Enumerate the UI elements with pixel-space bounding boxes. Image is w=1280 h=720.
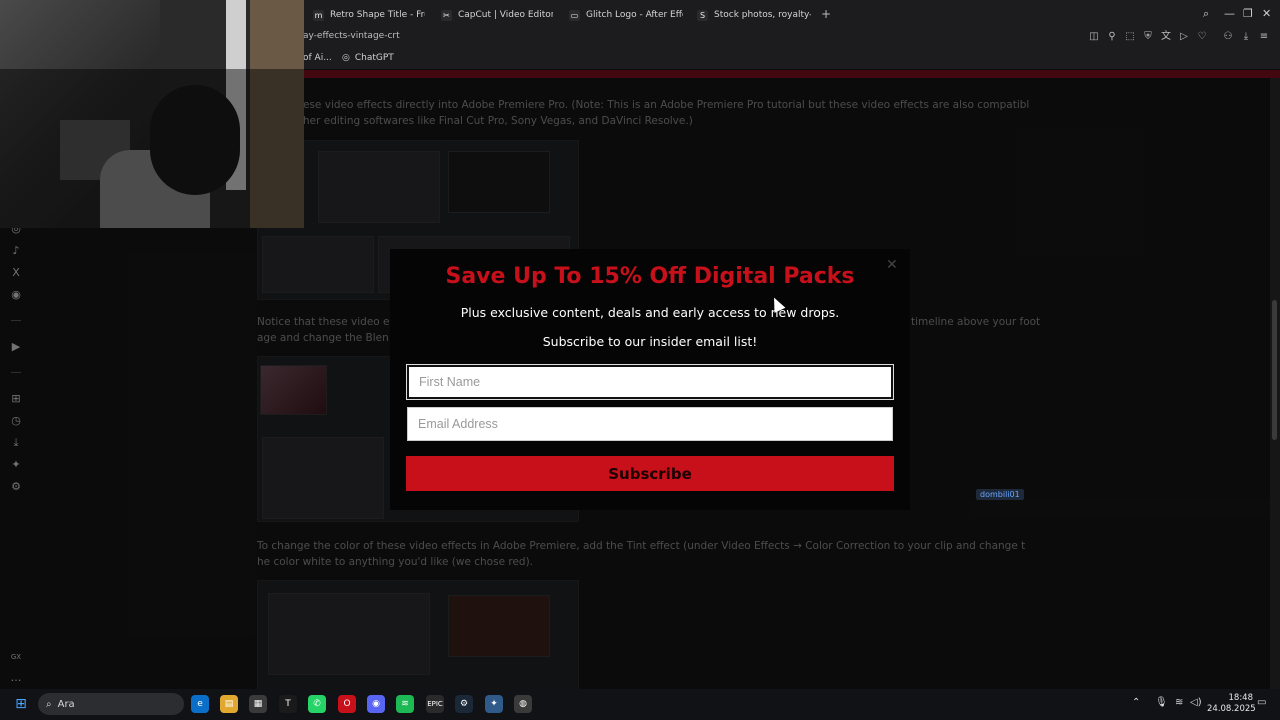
email-input[interactable] bbox=[407, 407, 893, 441]
pin-icon[interactable]: ⚲ bbox=[1106, 31, 1118, 43]
notifications-icon[interactable]: ▭ bbox=[1257, 697, 1266, 708]
menu-icon[interactable]: ≡ bbox=[1258, 31, 1270, 43]
bookmark-label: ChatGPT bbox=[354, 53, 394, 63]
subscribe-button[interactable]: Subscribe bbox=[406, 456, 894, 491]
tab-glitch-logo[interactable]: ▭ Glitch Logo - After Effects bbox=[569, 6, 683, 24]
clock-time: 18:48 bbox=[1228, 693, 1254, 703]
search-icon: ⌕ bbox=[46, 698, 52, 710]
chat-overlay bbox=[970, 500, 1280, 518]
spotify-icon[interactable]: ≋ bbox=[396, 695, 414, 713]
chat-username: dombili01 bbox=[976, 489, 1024, 500]
bookmark-item[interactable]: of Ai... bbox=[303, 53, 332, 63]
tab-label: CapCut | Video Editor | Al bbox=[458, 10, 553, 20]
modal-subtitle-2: Subscribe to our insider email list! bbox=[542, 334, 758, 349]
tab-favicon: S bbox=[697, 9, 708, 21]
maximize-icon[interactable]: ❐ bbox=[1243, 7, 1253, 21]
new-tab-icon[interactable]: + bbox=[821, 8, 831, 20]
steam-icon[interactable]: ⚙ bbox=[455, 695, 473, 713]
first-name-input[interactable] bbox=[406, 364, 894, 400]
split-view-icon[interactable]: ◫ bbox=[1088, 31, 1100, 43]
whatsapp-icon[interactable]: ✆ bbox=[308, 695, 326, 713]
network-app-icon[interactable]: ✦ bbox=[485, 695, 503, 713]
bookmark-label: of Ai... bbox=[303, 53, 332, 63]
file-explorer-icon[interactable]: ▤ bbox=[220, 695, 238, 713]
bookmark-chatgpt[interactable]: ◎ ChatGPT bbox=[342, 53, 394, 63]
tray-chevron-icon[interactable]: ⌃ bbox=[1132, 697, 1140, 708]
modal-title-wrap: Save Up To 15% Off Digital Packs bbox=[390, 264, 910, 289]
screenshot-icon[interactable]: ⬚ bbox=[1124, 31, 1136, 43]
wifi-icon[interactable]: ≋ bbox=[1175, 697, 1183, 708]
translate-icon[interactable]: 文 bbox=[1160, 31, 1172, 43]
modal-title: Save Up To 15% Off Digital Packs bbox=[445, 264, 855, 289]
shield-icon[interactable]: ⛨ bbox=[1142, 31, 1154, 43]
discord-taskbar-icon[interactable]: ◉ bbox=[367, 695, 385, 713]
tab-retro-shape-title[interactable]: m Retro Shape Title - Free P bbox=[313, 6, 425, 24]
clock-date: 24.08.2025 bbox=[1207, 704, 1256, 714]
close-window-icon[interactable]: ✕ bbox=[1262, 7, 1271, 21]
taskbar-clock[interactable]: 18:48 24.08.2025 bbox=[1207, 693, 1256, 715]
search-tabs-icon[interactable]: ⌕ bbox=[1203, 7, 1209, 21]
chatgpt-icon: ◎ bbox=[342, 53, 350, 63]
scrollbar-thumb[interactable] bbox=[1272, 300, 1277, 440]
opera-gx-icon[interactable]: O bbox=[338, 695, 356, 713]
windows-start-icon[interactable]: ⊞ bbox=[12, 695, 30, 713]
tab-label: Glitch Logo - After Effects bbox=[586, 10, 683, 20]
modal-subtitle: Plus exclusive content, deals and early … bbox=[460, 305, 840, 320]
edge-icon[interactable]: e bbox=[191, 695, 209, 713]
taskbar-search[interactable]: ⌕ Ara bbox=[38, 693, 184, 715]
store-icon[interactable]: ▦ bbox=[249, 695, 267, 713]
tidal-icon[interactable]: T bbox=[279, 695, 297, 713]
tab-label: Retro Shape Title - Free P bbox=[330, 10, 425, 20]
profile-icon[interactable]: ⚇ bbox=[1222, 31, 1234, 43]
tab-favicon: m bbox=[313, 9, 324, 21]
tab-favicon: ✂ bbox=[441, 9, 452, 21]
epic-games-icon[interactable]: EPIC bbox=[426, 695, 444, 713]
search-label: Ara bbox=[57, 698, 75, 710]
heart-icon[interactable]: ♡ bbox=[1196, 31, 1208, 43]
tab-favicon: ▭ bbox=[569, 9, 580, 21]
obs-icon[interactable]: ◍ bbox=[514, 695, 532, 713]
volume-icon[interactable]: ◁) bbox=[1190, 697, 1202, 708]
microphone-icon[interactable]: 🎙 bbox=[1155, 697, 1168, 708]
minimize-icon[interactable]: — bbox=[1224, 7, 1235, 21]
tab-label: Stock photos, royalty-free bbox=[714, 10, 811, 20]
download-icon[interactable]: ⤓ bbox=[1240, 31, 1252, 43]
url-text[interactable]: ay-effects-vintage-crt bbox=[303, 31, 400, 41]
tab-capcut[interactable]: ✂ CapCut | Video Editor | Al bbox=[441, 6, 553, 24]
play-icon[interactable]: ▷ bbox=[1178, 31, 1190, 43]
tab-stock-photos[interactable]: S Stock photos, royalty-free bbox=[697, 6, 811, 24]
